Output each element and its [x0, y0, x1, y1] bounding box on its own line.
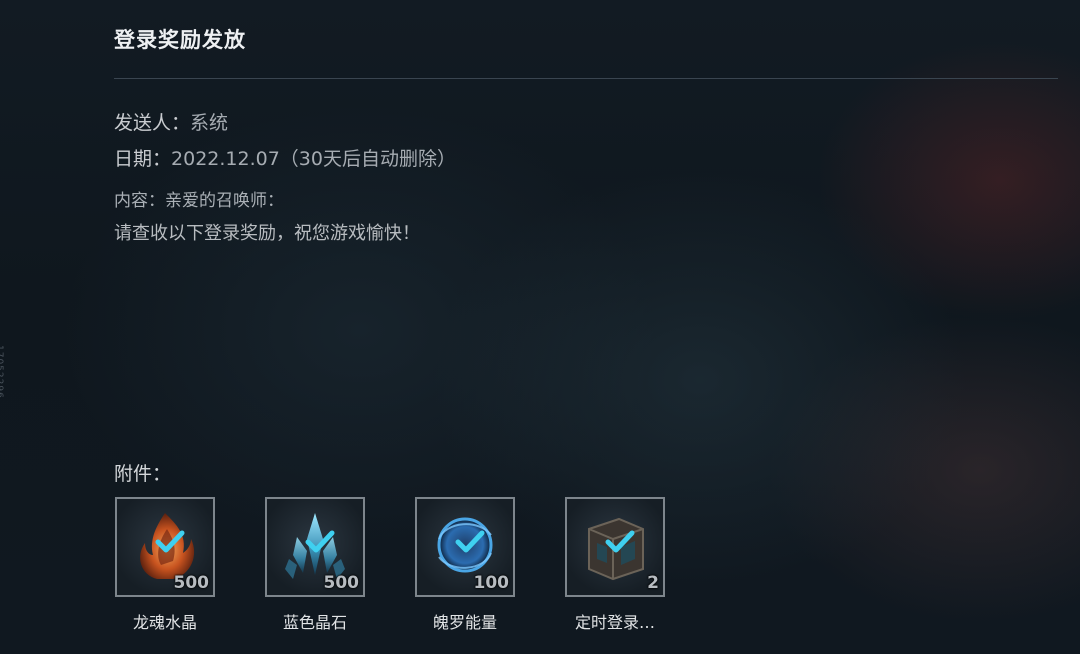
sender-row: 发送人：系统 [114, 108, 228, 135]
attachment-item-timed-login-chest[interactable]: 2 定时登录… [565, 497, 665, 633]
attachment-name: 蓝色晶石 [282, 613, 347, 632]
sender-label: 发送人： [114, 112, 191, 134]
date-label: 日期： [114, 148, 172, 170]
content-label: 内容： [114, 191, 165, 211]
attachment-item-blue-essence[interactable]: 500 蓝色晶石 [265, 497, 365, 633]
date-row: 日期：2022.12.07（30天后自动删除） [114, 144, 456, 171]
title-divider [114, 78, 1058, 79]
claimed-check-icon [155, 530, 185, 553]
attachment-slot[interactable]: 500 [115, 497, 215, 597]
content-body: 请查收以下登录奖励，祝您游戏愉快！ [114, 223, 420, 244]
claimed-check-icon [605, 530, 635, 553]
attachment-item-dragon-soul-crystal[interactable]: 500 龙魂水晶 [115, 497, 215, 633]
claimed-check-icon [455, 530, 485, 553]
sender-value: 系统 [190, 112, 229, 134]
mail-title: 登录奖励发放 [114, 28, 246, 52]
attachment-slot[interactable]: 500 [265, 497, 365, 597]
attachment-item-poro-energy[interactable]: 100 魄罗能量 [415, 497, 515, 633]
attachment-quantity: 500 [323, 573, 360, 593]
claimed-check-icon [305, 530, 335, 553]
attachments-label: 附件： [114, 463, 172, 485]
date-value: 2022.12.07（30天后自动删除） [171, 148, 456, 170]
attachment-slot[interactable]: 100 [415, 497, 515, 597]
content-greeting: 亲爱的召唤师： [165, 191, 284, 211]
attachment-name: 定时登录… [574, 613, 655, 632]
side-watermark: 17052296 [0, 345, 4, 399]
attachment-quantity: 500 [173, 573, 210, 593]
attachment-quantity: 2 [647, 573, 659, 593]
attachment-slot[interactable]: 2 [565, 497, 665, 597]
attachment-name: 魄罗能量 [432, 613, 497, 632]
attachment-quantity: 100 [473, 573, 510, 593]
content-row: 内容：亲爱的召唤师： [114, 186, 284, 211]
attachment-list: 500 龙魂水晶 500 蓝色晶石 100 魄罗能量 2 定时登录… [115, 497, 665, 633]
attachment-name: 龙魂水晶 [132, 613, 197, 632]
